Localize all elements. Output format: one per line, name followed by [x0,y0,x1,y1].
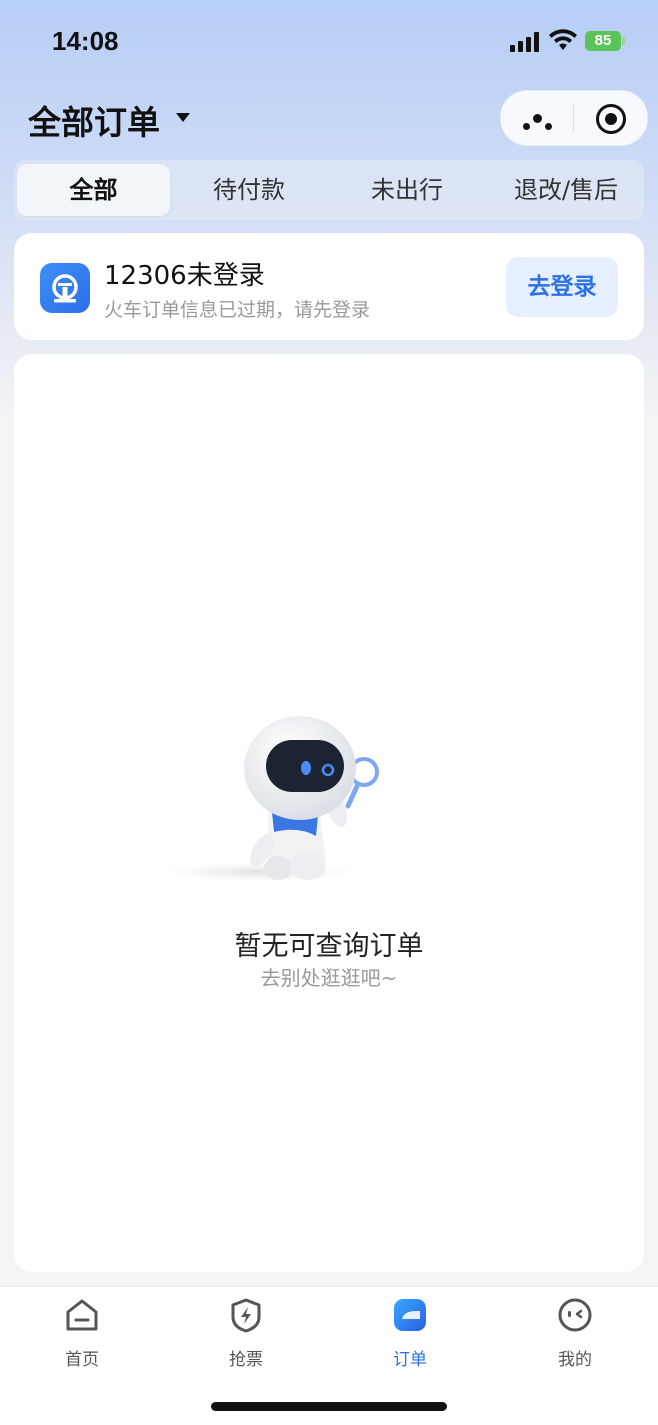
login-title: 12306未登录 [104,261,265,291]
cellular-signal-icon [510,32,540,52]
login-subtitle: 火车订单信息已过期，请先登录 [104,299,371,321]
order-icon [394,1299,426,1331]
status-bar: 14:08 85 [0,0,658,84]
order-tabs: 全部 待付款 未出行 退改/售后 [14,160,644,220]
nav-grab-ticket[interactable]: 抢票 [196,1297,296,1370]
battery-tip [622,37,625,45]
empty-state-title: 暂无可查询订单 [234,931,424,962]
nav-orders-label: 订单 [393,1350,427,1370]
close-target-icon[interactable] [596,104,626,134]
miniprogram-capsule [500,90,648,146]
empty-state-subtitle: 去别处逛逛吧~ [260,966,398,990]
nav-grab-ticket-label: 抢票 [229,1350,263,1370]
capsule-divider [573,104,574,132]
nav-mine[interactable]: 我的 [525,1297,625,1370]
nav-home[interactable]: 首页 [32,1297,132,1370]
home-indicator [211,1402,447,1411]
battery-icon: 85 [585,31,621,51]
caret-down-icon[interactable] [176,113,190,122]
more-icon[interactable] [523,114,555,134]
login-button[interactable]: 去登录 [506,257,618,317]
home-icon [66,1299,98,1331]
robot-magnifier-illustration [160,716,379,882]
tab-refund-aftersale[interactable]: 退改/售后 [488,164,644,216]
tab-not-traveled[interactable]: 未出行 [332,164,482,216]
tab-all[interactable]: 全部 [17,164,170,216]
wifi-icon [549,29,577,50]
nav-mine-label: 我的 [558,1350,592,1370]
page-title[interactable]: 全部订单 [28,96,160,144]
face-icon [558,1298,592,1332]
login-card: 12306未登录 火车订单信息已过期，请先登录 去登录 [14,233,644,340]
tab-pending-payment[interactable]: 待付款 [174,164,324,216]
nav-home-label: 首页 [65,1350,99,1370]
status-time: 14:08 [52,26,119,56]
railway-logo-icon [40,263,90,313]
lightning-shield-icon [231,1298,261,1333]
nav-orders[interactable]: 订单 [360,1297,460,1370]
